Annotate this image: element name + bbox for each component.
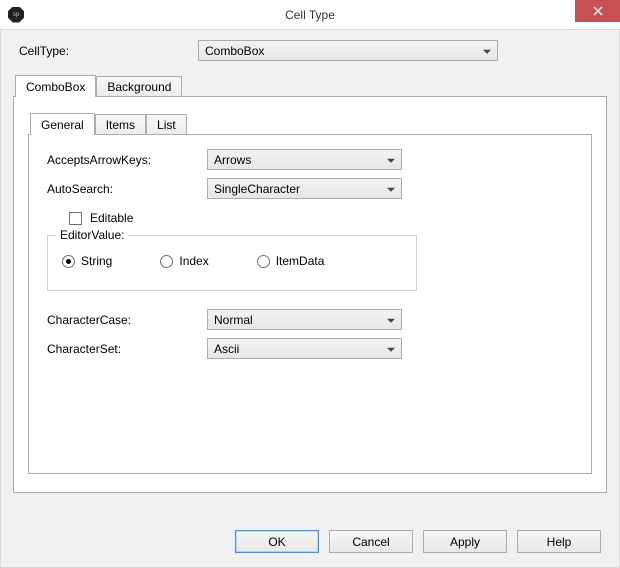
character-set-label: CharacterSet:: [47, 342, 207, 356]
ok-button[interactable]: OK: [235, 530, 319, 553]
tab-general[interactable]: General: [30, 113, 95, 135]
cancel-button[interactable]: Cancel: [329, 530, 413, 553]
tab-items-label: Items: [106, 118, 135, 132]
auto-search-value: SingleCharacter: [214, 182, 395, 196]
celltype-dropdown[interactable]: ComboBox: [198, 40, 498, 61]
character-set-value: Ascii: [214, 342, 395, 356]
help-button-label: Help: [547, 535, 572, 549]
character-case-value: Normal: [214, 313, 395, 327]
help-button[interactable]: Help: [517, 530, 601, 553]
accepts-arrow-keys-value: Arrows: [214, 153, 395, 167]
tab-items[interactable]: Items: [95, 114, 146, 134]
chevron-down-icon: [387, 347, 395, 351]
celltype-value: ComboBox: [205, 44, 491, 58]
close-button[interactable]: [575, 0, 620, 22]
chevron-down-icon: [387, 187, 395, 191]
radio-icon: [160, 255, 173, 268]
editable-checkbox[interactable]: [69, 212, 82, 225]
celltype-label: CellType:: [13, 44, 198, 58]
titlebar: Cell Type: [0, 0, 620, 30]
dialog-buttons: OK Cancel Apply Help: [235, 530, 601, 553]
auto-search-label: AutoSearch:: [47, 182, 207, 196]
accepts-arrow-keys-label: AcceptsArrowKeys:: [47, 153, 207, 167]
editor-value-itemdata[interactable]: ItemData: [257, 254, 325, 268]
editable-label: Editable: [90, 211, 133, 225]
character-case-dropdown[interactable]: Normal: [207, 309, 402, 330]
tab-general-label: General: [41, 118, 84, 132]
accepts-arrow-keys-dropdown[interactable]: Arrows: [207, 149, 402, 170]
editor-value-legend: EditorValue:: [56, 228, 128, 242]
tab-list[interactable]: List: [146, 114, 187, 134]
editor-value-string[interactable]: String: [62, 254, 112, 268]
editor-value-itemdata-label: ItemData: [276, 254, 325, 268]
tab-background[interactable]: Background: [96, 76, 182, 96]
cancel-button-label: Cancel: [352, 535, 389, 549]
editor-value-index-label: Index: [179, 254, 208, 268]
outer-tabs: ComboBox Background General Items List: [13, 75, 607, 493]
inner-tabs: General Items List AcceptsArrowKeys: Arr…: [28, 113, 592, 474]
editor-value-index[interactable]: Index: [160, 254, 208, 268]
character-set-dropdown[interactable]: Ascii: [207, 338, 402, 359]
character-case-label: CharacterCase:: [47, 313, 207, 327]
apply-button[interactable]: Apply: [423, 530, 507, 553]
tab-background-label: Background: [107, 80, 171, 94]
tab-combobox[interactable]: ComboBox: [15, 75, 96, 97]
close-icon: [593, 6, 603, 16]
window-title: Cell Type: [285, 8, 335, 22]
editor-value-group: EditorValue: String Index: [47, 235, 417, 291]
auto-search-dropdown[interactable]: SingleCharacter: [207, 178, 402, 199]
ok-button-label: OK: [268, 535, 285, 549]
apply-button-label: Apply: [450, 535, 480, 549]
tab-combobox-label: ComboBox: [26, 80, 85, 94]
app-icon: [8, 7, 24, 23]
chevron-down-icon: [483, 49, 491, 53]
radio-icon: [62, 255, 75, 268]
tab-list-label: List: [157, 118, 176, 132]
outer-tabpane: General Items List AcceptsArrowKeys: Arr…: [13, 96, 607, 493]
chevron-down-icon: [387, 318, 395, 322]
chevron-down-icon: [387, 158, 395, 162]
editor-value-string-label: String: [81, 254, 112, 268]
dialog-body: CellType: ComboBox ComboBox Background G…: [0, 30, 620, 568]
inner-tabpane: AcceptsArrowKeys: Arrows AutoSearch: Sin…: [28, 134, 592, 474]
radio-icon: [257, 255, 270, 268]
